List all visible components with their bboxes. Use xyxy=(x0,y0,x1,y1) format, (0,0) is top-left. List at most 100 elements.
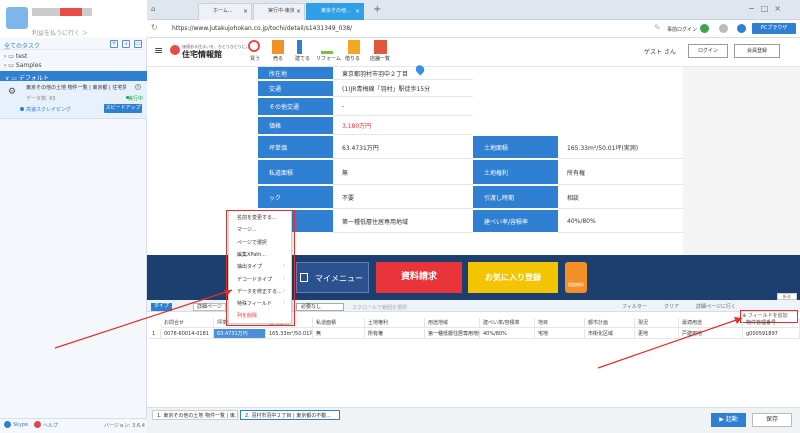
clear-button[interactable]: クリア xyxy=(664,303,679,310)
logo-icon xyxy=(170,45,180,55)
import-icon[interactable]: ↧ xyxy=(122,40,130,48)
skype-link[interactable]: Skype xyxy=(13,422,28,428)
detail-value: 所有権 xyxy=(558,160,683,185)
nav-reform[interactable]: リフォーム xyxy=(316,55,341,62)
login-button[interactable]: ログイン xyxy=(688,44,728,58)
detail-label: 引渡し時期 xyxy=(473,186,558,209)
save-button[interactable]: 保存 xyxy=(752,413,792,427)
detail-value: 不要 xyxy=(333,186,473,209)
row-number: 1 xyxy=(149,329,161,339)
tree-item-test[interactable]: › ▭ test xyxy=(4,53,27,60)
tab-detail-page[interactable]: 詳細ページ xyxy=(193,303,226,311)
column-header[interactable]: お問合せ xyxy=(161,318,214,328)
table-cell[interactable]: 所有権 xyxy=(365,329,425,339)
info-icon[interactable] xyxy=(737,24,746,33)
reload-icon[interactable]: ↻ xyxy=(151,23,161,32)
detail-label: 私道面積 xyxy=(258,160,333,185)
column-header[interactable]: 現況 xyxy=(635,318,679,328)
column-header[interactable]: 物件管理番号 xyxy=(743,318,800,328)
free-consult-button[interactable]: 相談無料 xyxy=(565,262,587,293)
tree-label: test xyxy=(15,53,28,60)
start-button[interactable]: ▶ 起動 xyxy=(711,413,746,427)
table-cell[interactable]: 宅地 xyxy=(535,329,585,339)
filter-button[interactable]: フィルター xyxy=(622,303,647,310)
browser-tab-running[interactable]: 実行中-東京 × xyxy=(253,3,305,20)
nav-build[interactable]: 建てる xyxy=(295,55,310,62)
url-field[interactable]: https://www.jutakujohokan.co.jp/tochi/de… xyxy=(172,25,352,32)
menu-icon[interactable]: ≡ xyxy=(154,44,163,57)
nav-rent[interactable]: 借りる xyxy=(345,55,360,62)
browser-tab-home[interactable]: ホーム... × xyxy=(198,3,252,20)
help-link[interactable]: ヘルプ xyxy=(43,422,58,429)
folder-icon[interactable]: ▭ xyxy=(134,40,142,48)
promo-link[interactable]: 利益を払うに行く ＞ xyxy=(32,28,88,37)
edit-icon[interactable]: ✎ xyxy=(654,23,661,32)
table-cell[interactable]: 市街化区域 xyxy=(585,329,635,339)
mode-select[interactable]: 必要なし xyxy=(296,303,344,311)
column-header[interactable]: 地目 xyxy=(535,318,585,328)
table-cell[interactable]: 63.4731万円 xyxy=(214,329,266,339)
table-cell[interactable]: 無 xyxy=(313,329,365,339)
workflow-tab-1[interactable]: 1. 東京その他の土地 物件一覧 | 東... xyxy=(152,410,238,420)
new-task-icon[interactable]: + xyxy=(110,40,118,48)
column-header[interactable]: 私道面積 xyxy=(313,318,365,328)
task-status: 実行中 xyxy=(128,96,144,102)
shield-icon[interactable] xyxy=(700,24,709,33)
store-icon[interactable] xyxy=(374,40,387,54)
home-icon[interactable]: ⌂ xyxy=(151,5,155,13)
go-detail-button[interactable]: 詳細ページに行く xyxy=(696,303,736,310)
scroll-select-option[interactable]: スクロールで範囲を選択 xyxy=(352,304,407,311)
column-header[interactable]: 都市計画 xyxy=(585,318,635,328)
nav-sell[interactable]: 売る xyxy=(273,55,283,62)
nav-stores[interactable]: 店舗一覧 xyxy=(370,55,390,62)
site-logo[interactable]: 住宅情報館 xyxy=(182,49,222,60)
detail-value: 165.33m²/50.01坪(実測) xyxy=(558,136,683,159)
pre-login-link[interactable]: 事前ログイン xyxy=(667,26,697,33)
help-icon[interactable] xyxy=(34,421,41,428)
build-icon[interactable] xyxy=(297,40,309,54)
pc-browser-dropdown[interactable]: PCブラウザ xyxy=(752,23,796,34)
column-header[interactable]: 最適用途 xyxy=(679,318,743,328)
account-badge xyxy=(60,8,82,16)
workflow-tab-2[interactable]: 2. 羽村市羽中２丁目 | 東京都の不動... xyxy=(240,410,340,420)
document-request-button[interactable]: 資料請求 xyxy=(376,262,462,293)
tree-item-samples[interactable]: › ▭ Samples xyxy=(4,62,42,69)
column-header[interactable]: 土地権利 xyxy=(365,318,425,328)
rent-icon[interactable] xyxy=(348,40,360,54)
register-button[interactable]: 会員登録 xyxy=(734,44,780,58)
buy-icon[interactable] xyxy=(248,40,260,52)
detail-label: 坪単価 xyxy=(258,136,333,159)
task-mode: 高速スクレイピング xyxy=(26,107,72,113)
window-controls-icon[interactable]: −□× xyxy=(748,4,787,13)
table-cell[interactable]: 戸建用地 xyxy=(679,329,743,339)
task-title: 東京その他の土地 物件一覧 | 東京都 | 住宅情 xyxy=(26,85,126,91)
table-cell[interactable]: 40%/80% xyxy=(480,329,535,339)
close-icon[interactable]: × xyxy=(135,84,141,90)
detail-label: その他交通 xyxy=(258,98,333,116)
detail-value: 40%/80% xyxy=(558,210,683,233)
detail-label: ック xyxy=(258,186,333,209)
column-header[interactable]: 建ぺい率/容積率 xyxy=(480,318,535,328)
table-cell[interactable]: 165.33m²/50.01坪 xyxy=(266,329,313,339)
browser-tab-detail[interactable]: 東京その他... × xyxy=(306,3,364,20)
table-cell[interactable]: 0078-60014-0181 xyxy=(161,329,214,339)
table-cell[interactable]: 更地 xyxy=(635,329,679,339)
tab-list-type[interactable]: タイプ xyxy=(151,303,173,311)
nav-buy[interactable]: 買う xyxy=(250,55,260,62)
settings-icon[interactable] xyxy=(719,24,728,33)
reform-icon[interactable] xyxy=(321,40,333,54)
skype-icon[interactable] xyxy=(4,421,11,428)
avatar[interactable] xyxy=(6,7,28,29)
column-header[interactable]: 用途地域 xyxy=(425,318,480,328)
detail-label: 土地権利 xyxy=(473,160,558,185)
table-cell[interactable]: g000591897 xyxy=(743,329,800,339)
guest-label: ゲスト さん xyxy=(644,49,676,56)
table-cell[interactable]: 第一種低層住居専用地域 xyxy=(425,329,480,339)
sell-icon[interactable] xyxy=(272,40,284,54)
tree-label: Samples xyxy=(15,62,42,69)
all-tasks-title[interactable]: 全てのタスク xyxy=(4,41,40,50)
speedup-button[interactable]: スピードアップ xyxy=(104,104,142,113)
collapse-button[interactable]: 折る xyxy=(777,293,797,300)
add-tab-icon[interactable]: + xyxy=(373,4,381,15)
favorite-button[interactable]: お気に入り登録 xyxy=(468,262,558,293)
